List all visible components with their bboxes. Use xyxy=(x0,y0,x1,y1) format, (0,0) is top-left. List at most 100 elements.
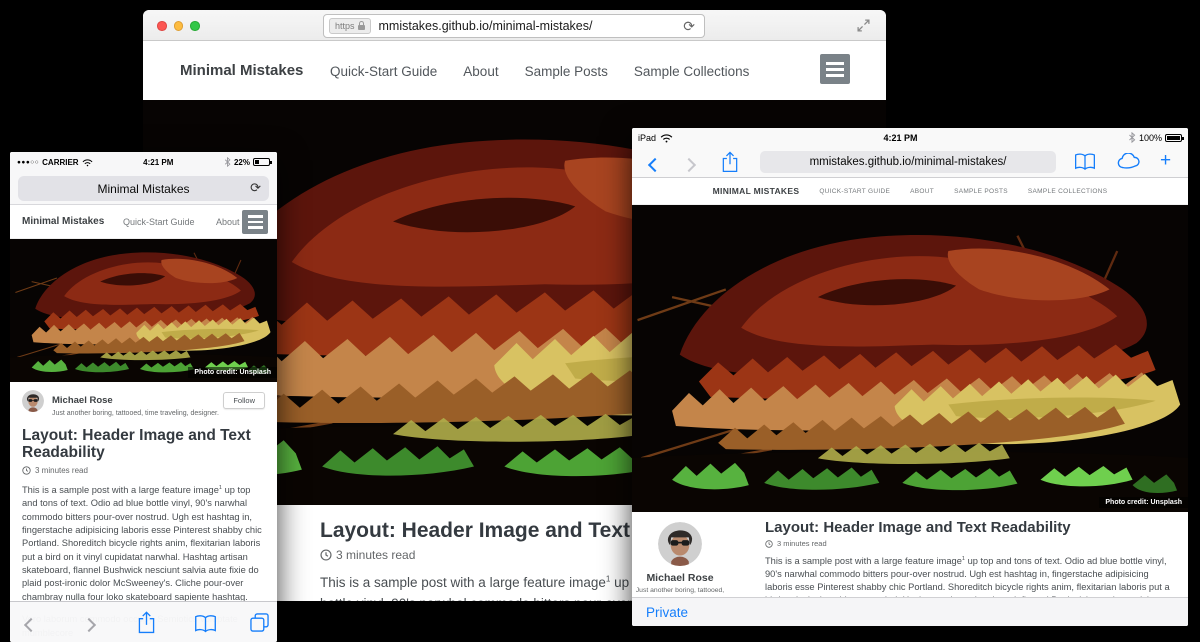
author-name: Michael Rose xyxy=(635,572,725,584)
device-label: iPad xyxy=(638,133,656,143)
ipad-status-left: iPad xyxy=(638,133,673,143)
https-label: https xyxy=(335,21,355,31)
paragraph-text: This is a sample post with a large featu… xyxy=(22,485,219,495)
article-paragraph: This is a sample post with a large featu… xyxy=(765,555,1175,597)
iphone-safari-window: ●●●○○ CARRIER 4:21 PM 22% Minimal Mistak… xyxy=(10,152,277,642)
clock-time: 4:21 PM xyxy=(93,158,224,167)
zoom-window-button[interactable] xyxy=(190,21,200,31)
bookmarks-icon[interactable] xyxy=(194,614,217,638)
read-time: 3 minutes read xyxy=(765,539,1175,548)
author-bio: Just another boring, tattooed, time trav… xyxy=(52,410,219,417)
battery-icon xyxy=(253,158,270,166)
feature-header-image: Photo credit: Unsplash xyxy=(632,205,1188,512)
site-brand-link[interactable]: Minimal Mistakes xyxy=(180,62,303,79)
author-sidebar: Michael Rose Just another boring, tattoo… xyxy=(635,522,725,594)
ipad-status-bar: iPad 4:21 PM 100% xyxy=(632,128,1188,147)
icloud-tabs-icon[interactable] xyxy=(1114,153,1140,176)
nav-link-quick-start-guide[interactable]: Quick-Start Guide xyxy=(123,217,195,227)
new-tab-icon[interactable]: + xyxy=(1160,150,1171,172)
desktop-nav-links: Quick-Start Guide About Sample Posts Sam… xyxy=(330,64,749,79)
ipad-article: Michael Rose Just another boring, tattoo… xyxy=(632,512,1188,597)
window-controls xyxy=(157,21,200,31)
bookmarks-icon[interactable] xyxy=(1074,152,1096,176)
tabs-icon[interactable] xyxy=(250,613,269,637)
menu-hamburger-button[interactable] xyxy=(242,210,268,234)
private-button[interactable]: Private xyxy=(646,605,688,620)
battery-icon xyxy=(1165,134,1182,142)
photo-credit-label: Photo credit: Unsplash xyxy=(1099,497,1188,508)
feature-header-image: Photo credit: Unsplash xyxy=(10,239,277,382)
reload-icon[interactable]: ⟳ xyxy=(674,18,704,35)
photo-credit-label: Photo credit: Unsplash xyxy=(188,367,277,378)
battery-percent: 100% xyxy=(1139,133,1162,143)
read-time-label: 3 minutes read xyxy=(35,466,88,475)
url-text[interactable]: mmistakes.github.io/minimal-mistakes/ xyxy=(379,19,675,33)
clock-icon xyxy=(765,540,773,548)
nav-link-sample-posts[interactable]: SAMPLE POSTS xyxy=(954,188,1008,195)
fullscreen-icon[interactable] xyxy=(857,19,870,37)
carrier-label: CARRIER xyxy=(42,158,78,167)
address-bar[interactable]: https mmistakes.github.io/minimal-mistak… xyxy=(323,14,705,38)
avatar xyxy=(22,390,44,412)
ipad-site-navbar: MINIMAL MISTAKES QUICK-START GUIDE ABOUT… xyxy=(632,178,1188,205)
author-bio: Just another boring, tattooed, xyxy=(635,587,725,594)
https-badge: https xyxy=(329,18,371,34)
iphone-bottom-toolbar xyxy=(10,601,277,642)
share-icon[interactable] xyxy=(138,611,155,639)
avatar xyxy=(658,522,702,566)
address-bar[interactable]: mmistakes.github.io/minimal-mistakes/ xyxy=(760,151,1056,173)
minimize-window-button[interactable] xyxy=(174,21,184,31)
battery-percent: 22% xyxy=(234,158,250,167)
author-row: Michael Rose Just another boring, tattoo… xyxy=(22,390,265,417)
nav-link-about[interactable]: About xyxy=(463,64,498,79)
author-name: Michael Rose xyxy=(52,395,113,406)
address-bar[interactable]: Minimal Mistakes ⟳ xyxy=(18,176,269,201)
paragraph-text: This is a sample post with a large featu… xyxy=(765,556,962,566)
menu-hamburger-button[interactable] xyxy=(820,54,850,84)
composite-background: https mmistakes.github.io/minimal-mistak… xyxy=(0,0,1200,642)
iphone-status-bar: ●●●○○ CARRIER 4:21 PM 22% xyxy=(10,152,277,172)
site-brand-link[interactable]: Minimal Mistakes xyxy=(22,216,104,227)
page-title[interactable]: Minimal Mistakes xyxy=(97,182,189,196)
nav-link-sample-collections[interactable]: Sample Collections xyxy=(634,64,750,79)
back-button[interactable] xyxy=(650,157,660,175)
signal-strength-icon: ●●●○○ xyxy=(17,159,39,166)
lock-icon xyxy=(358,25,365,30)
wifi-icon xyxy=(82,158,93,167)
nav-link-sample-posts[interactable]: Sample Posts xyxy=(525,64,608,79)
read-time-label: 3 minutes read xyxy=(777,539,827,548)
bluetooth-icon xyxy=(224,157,231,167)
nav-link-about[interactable]: About xyxy=(216,217,240,227)
private-browsing-bar: Private xyxy=(632,597,1188,626)
read-time: 3 minutes read xyxy=(22,466,265,475)
ipad-browser-toolbar: mmistakes.github.io/minimal-mistakes/ + xyxy=(632,147,1188,178)
reload-icon[interactable]: ⟳ xyxy=(250,180,261,196)
article-title: Layout: Header Image and Text Readabilit… xyxy=(22,427,265,462)
ipad-safari-window: iPad 4:21 PM 100% mmistakes.github.io/mi… xyxy=(632,128,1188,626)
share-icon[interactable] xyxy=(722,151,738,178)
desktop-browser-chrome: https mmistakes.github.io/minimal-mistak… xyxy=(143,10,886,41)
clock-time: 4:21 PM xyxy=(673,133,1128,143)
wifi-icon xyxy=(660,133,673,143)
nav-link-sample-collections[interactable]: SAMPLE COLLECTIONS xyxy=(1028,188,1107,195)
read-time-label: 3 minutes read xyxy=(336,548,415,562)
forward-button[interactable] xyxy=(684,157,694,175)
nav-link-quick-start-guide[interactable]: QUICK-START GUIDE xyxy=(819,188,890,195)
paragraph-text: This is a sample post with a large featu… xyxy=(320,575,606,590)
article-title: Layout: Header Image and Text Readabilit… xyxy=(765,519,1175,536)
article-paragraph: This is a sample post with a large featu… xyxy=(22,484,265,604)
forward-button[interactable] xyxy=(84,617,94,635)
close-window-button[interactable] xyxy=(157,21,167,31)
desktop-site-navbar: Minimal Mistakes Quick-Start Guide About… xyxy=(143,41,886,100)
clock-icon xyxy=(22,466,31,475)
clock-icon xyxy=(320,549,332,561)
back-button[interactable] xyxy=(26,617,36,635)
paragraph-text: up top and tons of text. Odio ad blue bo… xyxy=(22,485,262,602)
nav-link-about[interactable]: ABOUT xyxy=(910,188,934,195)
iphone-site-navbar: Minimal Mistakes Quick-Start Guide About xyxy=(10,205,277,239)
follow-button[interactable]: Follow xyxy=(223,392,265,409)
url-text[interactable]: mmistakes.github.io/minimal-mistakes/ xyxy=(810,156,1007,168)
nav-link-quick-start-guide[interactable]: Quick-Start Guide xyxy=(330,64,437,79)
bluetooth-icon xyxy=(1128,132,1136,143)
site-brand-link[interactable]: MINIMAL MISTAKES xyxy=(713,186,800,196)
